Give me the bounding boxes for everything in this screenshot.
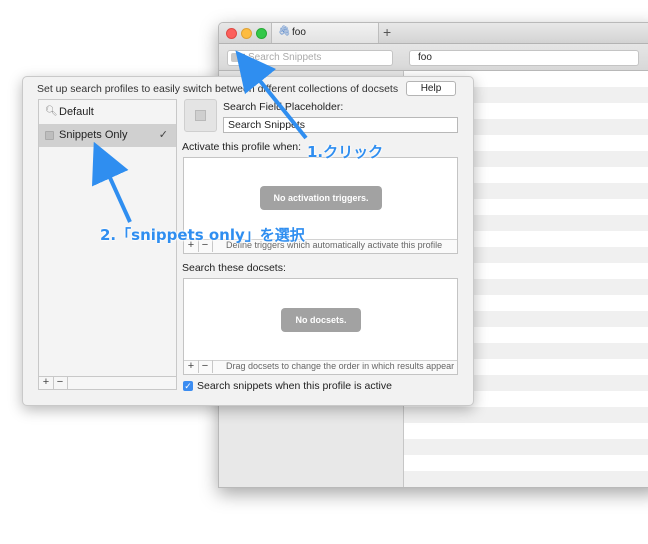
annotation-step1: 1.クリック	[307, 143, 384, 161]
annotation-step2: 2.「snippets only」を選択	[100, 226, 305, 244]
annotation-arrows	[92, 50, 308, 223]
arrow-to-search-profile	[235, 50, 308, 140]
arrow-to-snippets-only	[92, 141, 132, 223]
